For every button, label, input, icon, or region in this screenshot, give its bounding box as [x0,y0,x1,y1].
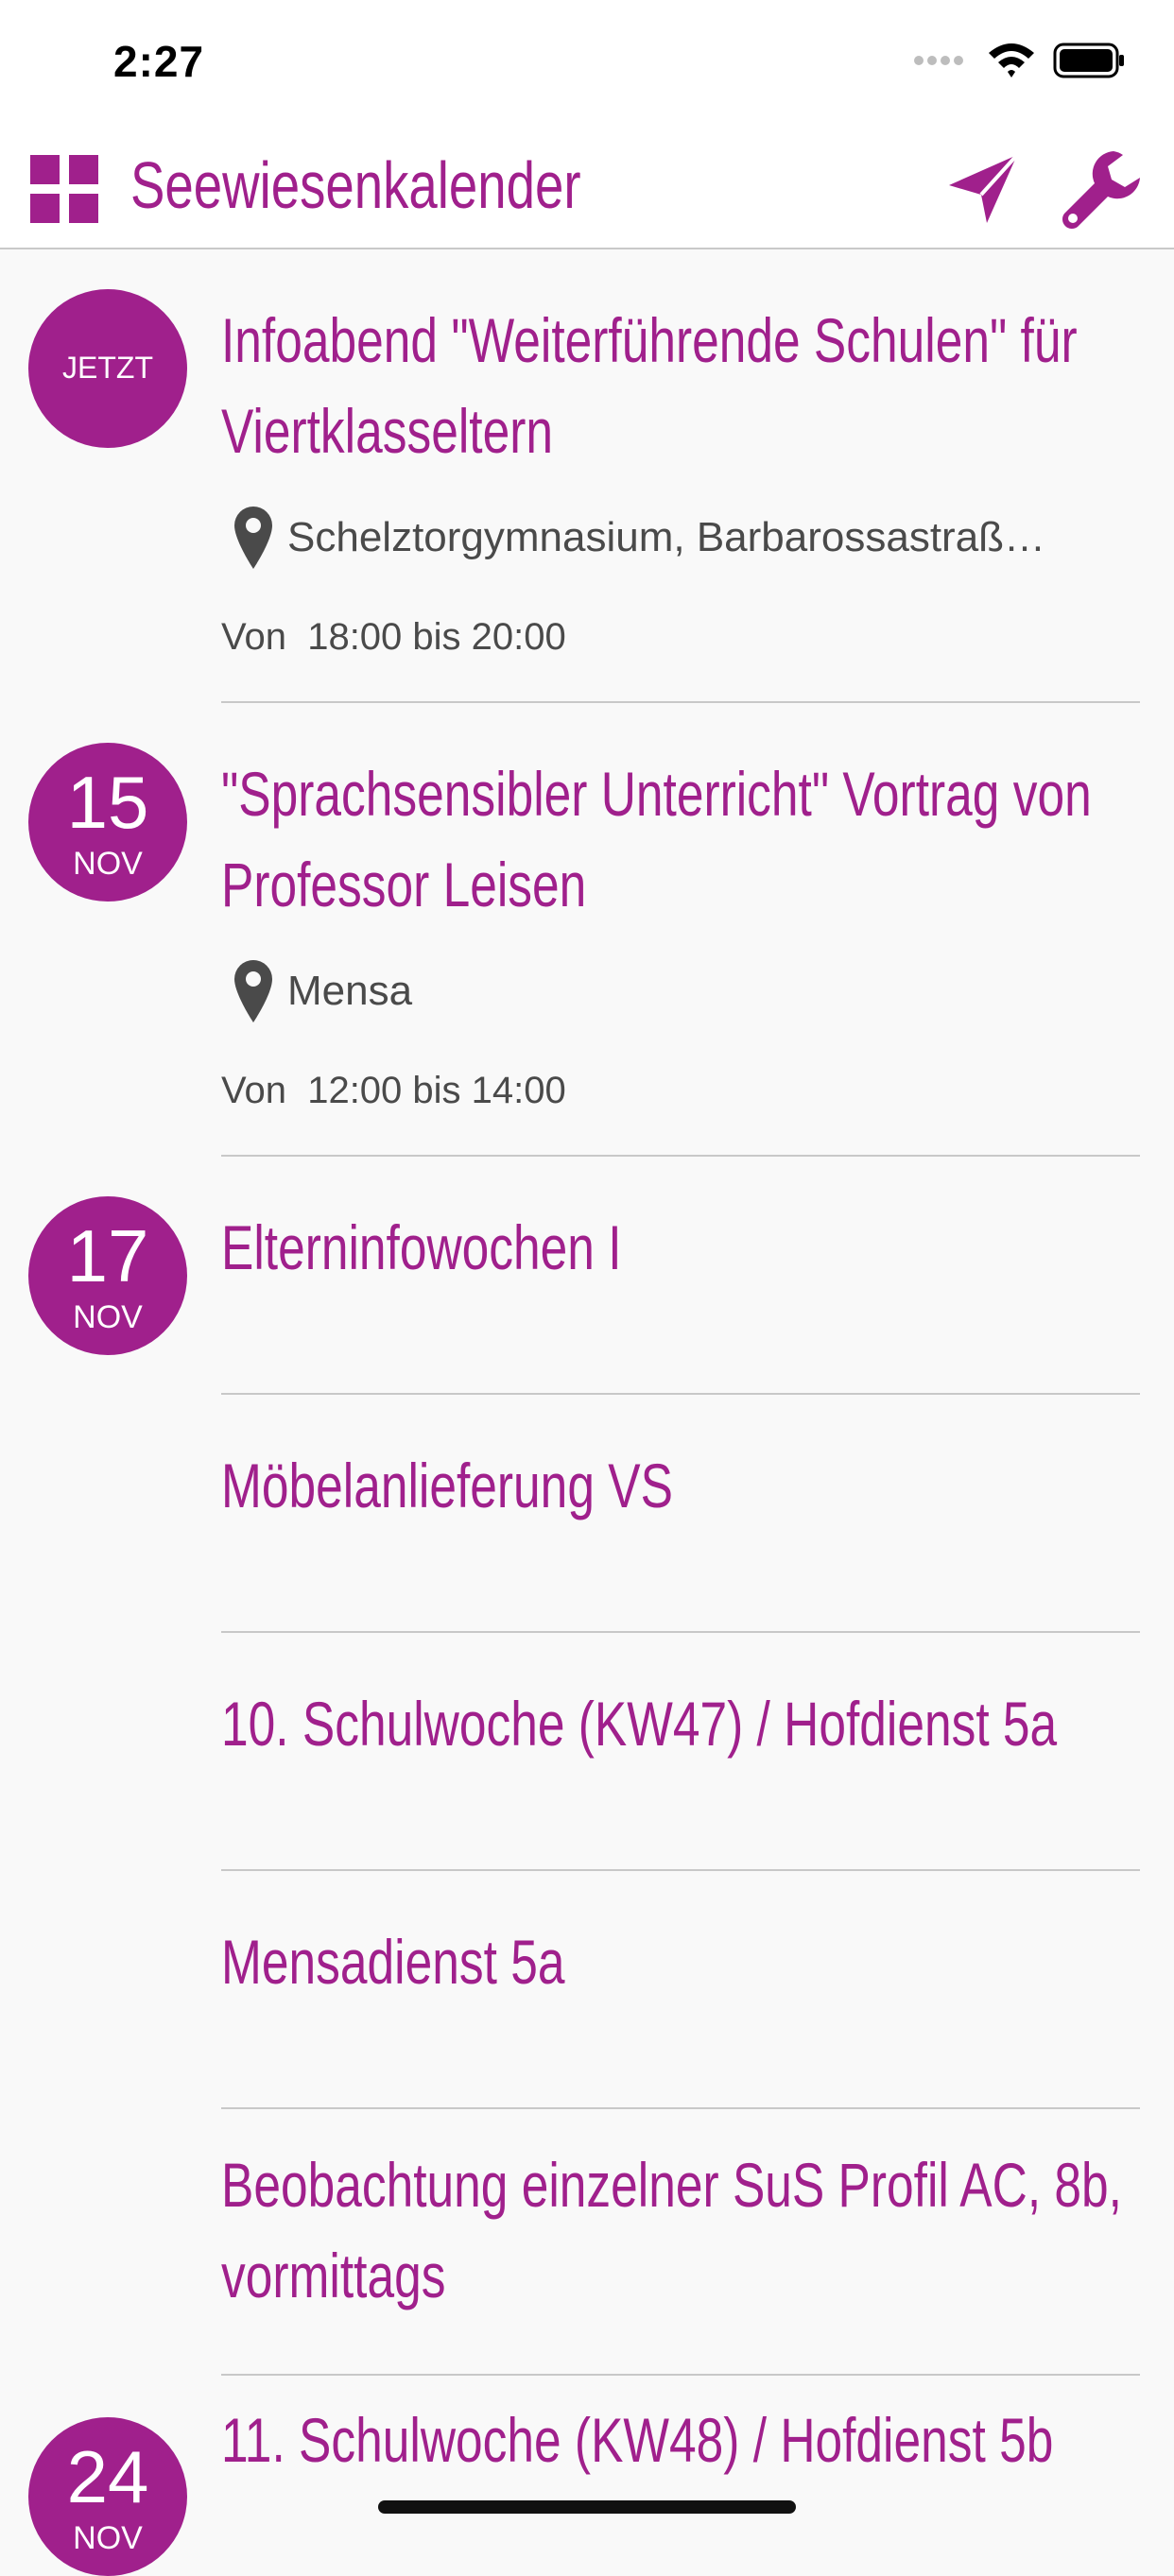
badge-day: 15 [66,761,149,844]
event-title: 10. Schulwoche (KW47) / Hofdienst 5a [221,1689,1058,1759]
wifi-icon [989,43,1034,77]
date-badge: 15 NOV [28,743,187,902]
badge-month: NOV [73,1299,143,1335]
wrench-icon[interactable] [1057,146,1144,232]
event-title: "Sprachsensibler Unterricht" Vortrag von… [221,759,1092,919]
event-time: Von 18:00 bis 20:00 [221,616,566,659]
paper-plane-icon[interactable] [945,151,1021,227]
list-item[interactable]: 15 NOV "Sprachsensibler Unterricht" Vort… [0,703,1174,1157]
badge-month: NOV [73,846,143,882]
location-text: Mensa [287,968,413,1014]
event-title: Infoabend "Weiterführende Schulen" für V… [221,305,1078,466]
event-title: Beobachtung einzelner SuS Profil AC, 8b,… [221,2150,1122,2310]
date-badge: 24 NOV [28,2417,187,2576]
home-indicator[interactable] [378,2500,796,2514]
navigation-bar: Seewiesenkalender [0,125,1174,249]
event-title: Möbelanlieferung VS [221,1451,673,1520]
status-bar: 2:27 [0,0,1174,125]
date-badge: 17 NOV [28,1196,187,1355]
badge-month: NOV [73,2520,143,2556]
time-prefix: Von [221,1070,286,1111]
list-item[interactable]: Mensadienst 5a [0,1871,1174,2109]
time-range: 18:00 bis 20:00 [307,616,566,658]
badge-day: 24 [66,2435,149,2518]
location-text: Schelztorgymnasium, Barbarossastraß… [287,514,1046,560]
now-badge: JETZT [28,289,187,448]
status-time: 2:27 [113,37,205,86]
time-range: 12:00 bis 14:00 [307,1070,566,1111]
list-item[interactable]: Beobachtung einzelner SuS Profil AC, 8b,… [0,2109,1174,2376]
event-location: Schelztorgymnasium, Barbarossastraß… [233,505,1045,571]
list-item[interactable]: JETZT Infoabend "Weiterführende Schulen"… [0,249,1174,703]
event-title: Elterninfowochen I [221,1212,622,1282]
event-title: 11. Schulwoche (KW48) / Hofdienst 5b [221,2405,1054,2475]
location-pin-icon [234,507,272,569]
badge-day: 17 [66,1214,149,1297]
list-item[interactable]: 10. Schulwoche (KW47) / Hofdienst 5a [0,1633,1174,1871]
list-item[interactable]: 24 NOV 11. Schulwoche (KW48) / Hofdienst… [0,2376,1174,2576]
time-prefix: Von [221,616,286,658]
signal-icon [914,56,963,65]
app-title: Seewiesenkalender [130,148,581,222]
list-item[interactable]: Möbelanlieferung VS [0,1395,1174,1633]
event-title: Mensadienst 5a [221,1927,565,1997]
status-icons [913,42,1127,79]
list-item[interactable]: 17 NOV Elterninfowochen I [0,1157,1174,1395]
grid-icon[interactable] [30,155,98,223]
battery-icon [1053,43,1124,78]
badge-label: JETZT [62,351,153,385]
location-pin-icon [234,960,272,1022]
event-location: Mensa [233,958,412,1024]
event-time: Von 12:00 bis 14:00 [221,1070,566,1112]
